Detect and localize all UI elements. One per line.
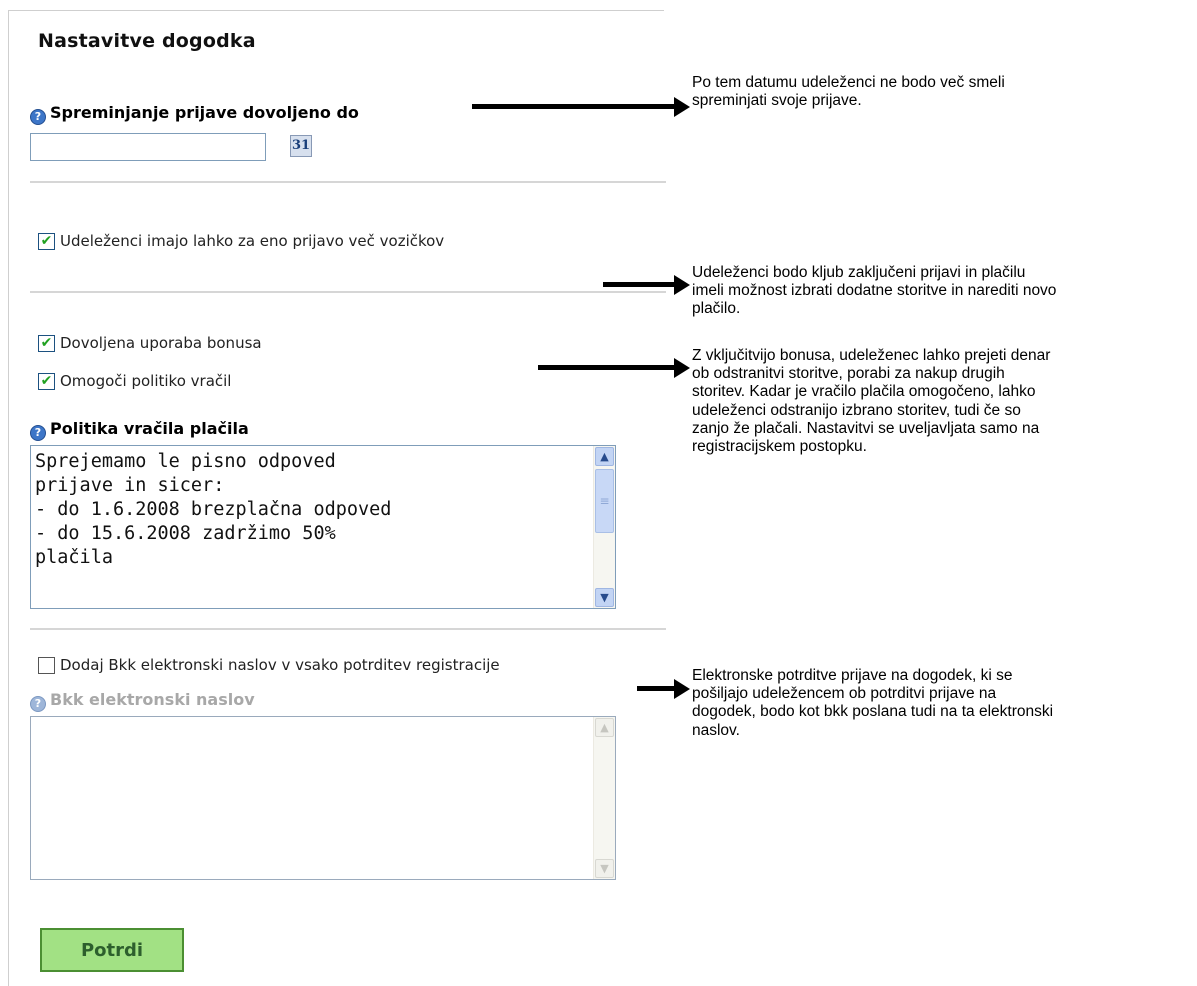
help-icon[interactable]: ?	[30, 425, 46, 441]
refund-policy-label: ? Politika vračila plačila	[30, 419, 249, 441]
section-divider	[30, 181, 666, 183]
refund-policy-option[interactable]: ✔ Omogoči politiko vračil	[38, 372, 231, 390]
refund-policy-text: Sprejemamo le pisno odpoved prijave in s…	[35, 451, 392, 568]
checkmark-icon: ✔	[40, 233, 53, 249]
arrow-icon	[538, 358, 690, 378]
checkmark-icon: ✔	[40, 335, 53, 351]
scroll-down-arrow-icon[interactable]: ▼	[595, 588, 614, 607]
bcc-add-label: Dodaj Bkk elektronski naslov v vsako pot…	[60, 656, 500, 674]
scroll-thumb[interactable]: ≡	[595, 469, 614, 533]
bcc-email-note: Elektronske potrditve prijave na dogodek…	[692, 667, 1054, 739]
page-title: Nastavitve dogodka	[38, 30, 256, 52]
bcc-add-option[interactable]: Dodaj Bkk elektronski naslov v vsako pot…	[38, 656, 500, 674]
multiple-carts-label: Udeleženci imajo lahko za eno prijavo ve…	[60, 232, 445, 250]
scrollbar[interactable]: ▲ ▼	[593, 717, 615, 879]
scroll-down-arrow-icon[interactable]: ▼	[595, 859, 614, 878]
confirm-button[interactable]: Potrdi	[40, 928, 184, 972]
refund-policy-enable-label: Omogoči politiko vračil	[60, 372, 232, 390]
checkmark-icon: ✔	[40, 373, 53, 389]
top-divider	[8, 10, 664, 11]
allow-bonus-label: Dovoljena uporaba bonusa	[60, 334, 262, 352]
allow-bonus-checkbox[interactable]: ✔	[38, 334, 55, 352]
section-divider	[30, 291, 666, 293]
bcc-add-checkbox[interactable]	[38, 656, 55, 674]
scroll-up-arrow-icon[interactable]: ▲	[595, 447, 614, 466]
help-icon[interactable]: ?	[30, 109, 46, 125]
arrow-icon	[603, 275, 690, 295]
refund-policy-textarea[interactable]: Sprejemamo le pisno odpoved prijave in s…	[30, 445, 616, 609]
edit-deadline-label: ? Spreminjanje prijave dovoljeno do	[30, 103, 359, 125]
left-divider	[8, 10, 9, 986]
scrollbar[interactable]: ▲ ≡ ▼	[593, 446, 615, 608]
multiple-carts-option[interactable]: ✔ Udeleženci imajo lahko za eno prijavo …	[38, 232, 444, 250]
refund-policy-checkbox[interactable]: ✔	[38, 372, 55, 390]
scroll-up-arrow-icon[interactable]: ▲	[595, 718, 614, 737]
arrow-icon	[637, 679, 690, 699]
multiple-carts-note: Udeleženci bodo kljub zaključeni prijavi…	[692, 264, 1057, 318]
bcc-email-textarea[interactable]: ▲ ▼	[30, 716, 616, 880]
bonus-refund-note: Z vključitvijo bonusa, udeleženec lahko …	[692, 347, 1051, 456]
help-icon[interactable]: ?	[30, 696, 46, 712]
section-divider	[30, 628, 666, 630]
arrow-icon	[472, 97, 690, 117]
edit-deadline-note: Po tem datumu udeleženci ne bodo več sme…	[692, 74, 1005, 110]
multiple-carts-checkbox[interactable]: ✔	[38, 232, 55, 250]
allow-bonus-option[interactable]: ✔ Dovoljena uporaba bonusa	[38, 334, 262, 352]
calendar-icon[interactable]: 31	[290, 135, 312, 157]
edit-deadline-input[interactable]	[30, 133, 266, 161]
bcc-field-label: ? Bkk elektronski naslov	[30, 690, 255, 712]
